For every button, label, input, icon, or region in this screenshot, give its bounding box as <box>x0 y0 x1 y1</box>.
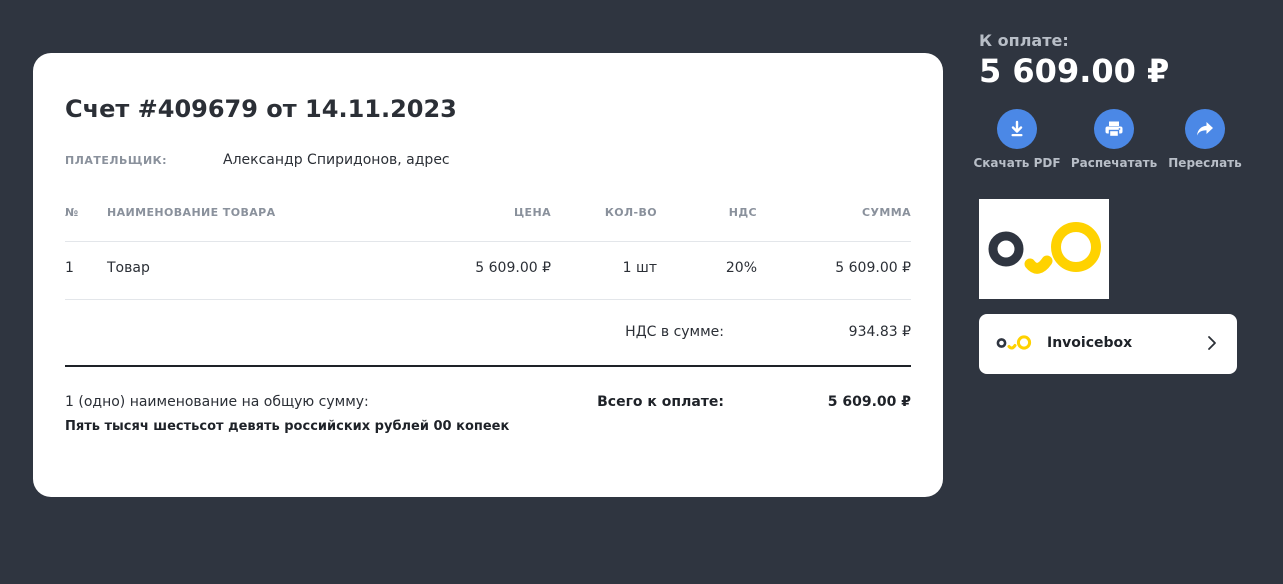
payment-label: К оплате: <box>979 31 1069 50</box>
row-name: Товар <box>107 260 150 276</box>
grand-total-label: Всего к оплате: <box>597 394 724 410</box>
chevron-right-icon <box>1207 335 1217 355</box>
row-sum: 5 609.00 ₽ <box>835 260 911 276</box>
invoicebox-logo <box>979 199 1109 299</box>
column-header-qty: КОЛ-ВО <box>604 206 657 219</box>
share-label: Переслать <box>1168 156 1242 170</box>
column-header-sum: СУММА <box>862 206 911 219</box>
invoicebox-mini-logo <box>996 334 1034 356</box>
column-header-vat: НДС <box>728 206 757 219</box>
download-icon[interactable] <box>997 109 1037 149</box>
vat-total-value: 934.83 ₽ <box>848 324 911 340</box>
invoicebox-link-card[interactable]: Invoicebox <box>979 314 1237 374</box>
column-header-num: № <box>65 206 79 219</box>
row-price: 5 609.00 ₽ <box>475 260 551 276</box>
row-qty: 1 шт <box>622 260 657 276</box>
invoicebox-name: Invoicebox <box>1047 335 1133 351</box>
grand-total-value: 5 609.00 ₽ <box>827 394 911 410</box>
invoice-card: Счет #409679 от 14.11.2023 ПЛАТЕЛЬЩИК: А… <box>33 53 943 497</box>
print-icon[interactable] <box>1094 109 1134 149</box>
invoice-content: Счет #409679 от 14.11.2023 ПЛАТЕЛЬЩИК: А… <box>65 53 911 497</box>
table-header: № НАИМЕНОВАНИЕ ТОВАРА ЦЕНА КОЛ-ВО НДС СУ… <box>65 206 911 220</box>
payer-label: ПЛАТЕЛЬЩИК: <box>65 154 168 167</box>
share-button[interactable]: Переслать <box>1157 109 1253 170</box>
print-button[interactable]: Распечатать <box>1066 109 1162 170</box>
row-divider <box>65 299 911 300</box>
payer-value: Александр Спиридонов, адрес <box>223 152 450 168</box>
download-pdf-button[interactable]: Скачать PDF <box>969 109 1065 170</box>
invoice-title: Счет #409679 от 14.11.2023 <box>65 95 457 123</box>
row-vat: 20% <box>725 260 757 276</box>
download-pdf-label: Скачать PDF <box>973 156 1061 170</box>
header-divider <box>65 241 911 242</box>
share-icon[interactable] <box>1185 109 1225 149</box>
vat-total-label: НДС в сумме: <box>625 324 724 340</box>
row-num: 1 <box>65 260 74 276</box>
print-label: Распечатать <box>1070 156 1158 170</box>
column-header-name: НАИМЕНОВАНИЕ ТОВАРА <box>107 206 276 219</box>
totals-divider <box>65 365 911 367</box>
table-row: 1 Товар 5 609.00 ₽ 1 шт 20% 5 609.00 ₽ <box>65 260 911 278</box>
column-header-price: ЦЕНА <box>513 206 551 219</box>
summary-count: 1 (одно) наименование на общую сумму: <box>65 394 369 410</box>
summary-amount-in-words: Пять тысяч шестьсот девять российских ру… <box>65 419 510 434</box>
payment-amount: 5 609.00 ₽ <box>979 52 1170 90</box>
